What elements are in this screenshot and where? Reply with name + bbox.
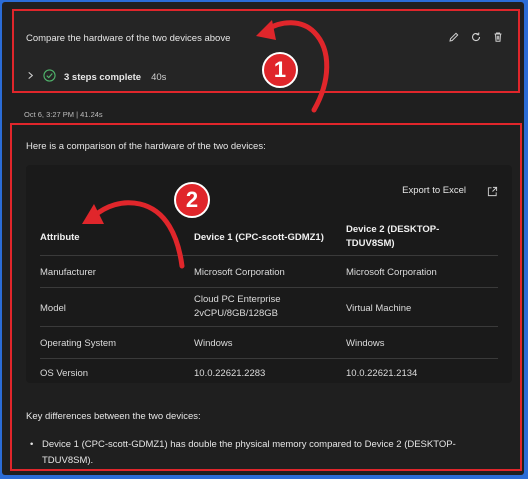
table-divider	[40, 255, 498, 256]
edit-icon[interactable]	[448, 31, 460, 43]
prompt-actions	[448, 31, 504, 43]
table-divider	[40, 326, 498, 327]
list-item: Device 1 (CPC-scott-GDMZ1) has double th…	[30, 437, 500, 469]
comparison-table: Export to Excel Attribute Device 1 (CPC-…	[26, 165, 512, 383]
user-prompt-text: Compare the hardware of the two devices …	[26, 33, 231, 44]
table-divider	[40, 287, 498, 288]
header-device-1: Device 1 (CPC-scott-GDMZ1)	[194, 232, 324, 243]
cell-device-2: Windows	[346, 338, 385, 349]
expand-icon[interactable]	[487, 184, 498, 202]
cell-device-1: 10.0.22621.2283	[194, 368, 266, 379]
refresh-icon[interactable]	[470, 31, 482, 43]
check-circle-icon	[43, 69, 56, 85]
cell-attribute: Model	[40, 303, 66, 314]
assistant-response-card: Here is a comparison of the hardware of …	[10, 123, 522, 471]
cell-device-1: Microsoft Corporation	[194, 267, 285, 278]
cell-device-2: Virtual Machine	[346, 303, 412, 314]
key-differences-title: Key differences between the two devices:	[26, 411, 201, 422]
cell-device-2: 10.0.22621.2134	[346, 368, 418, 379]
cell-attribute: OS Version	[40, 368, 89, 379]
cell-device-2: Microsoft Corporation	[346, 267, 437, 278]
chevron-right-icon	[26, 71, 35, 83]
table-divider	[40, 358, 498, 359]
response-intro: Here is a comparison of the hardware of …	[26, 141, 266, 152]
response-meta: Oct 6, 3:27 PM | 41.24s	[24, 110, 103, 119]
cell-device-1: Windows	[194, 338, 233, 349]
cell-attribute: Manufacturer	[40, 267, 96, 278]
steps-label: 3 steps complete	[64, 71, 142, 83]
export-to-excel-button[interactable]: Export to Excel	[402, 185, 466, 196]
chat-window: Compare the hardware of the two devices …	[2, 2, 524, 475]
header-device-2: Device 2 (DESKTOP-TDUV8SM)	[346, 224, 440, 249]
trash-icon[interactable]	[492, 31, 504, 43]
steps-duration: 40s	[151, 71, 167, 83]
cell-attribute: Operating System	[40, 338, 117, 349]
steps-toggle[interactable]: 3 steps complete 40s	[26, 69, 166, 85]
cell-device-1: Cloud PC Enterprise 2vCPU/8GB/128GB	[194, 294, 281, 319]
annotation-badge-2: 2	[174, 182, 210, 218]
annotation-badge-1: 1	[262, 52, 298, 88]
header-attribute: Attribute	[40, 232, 80, 243]
